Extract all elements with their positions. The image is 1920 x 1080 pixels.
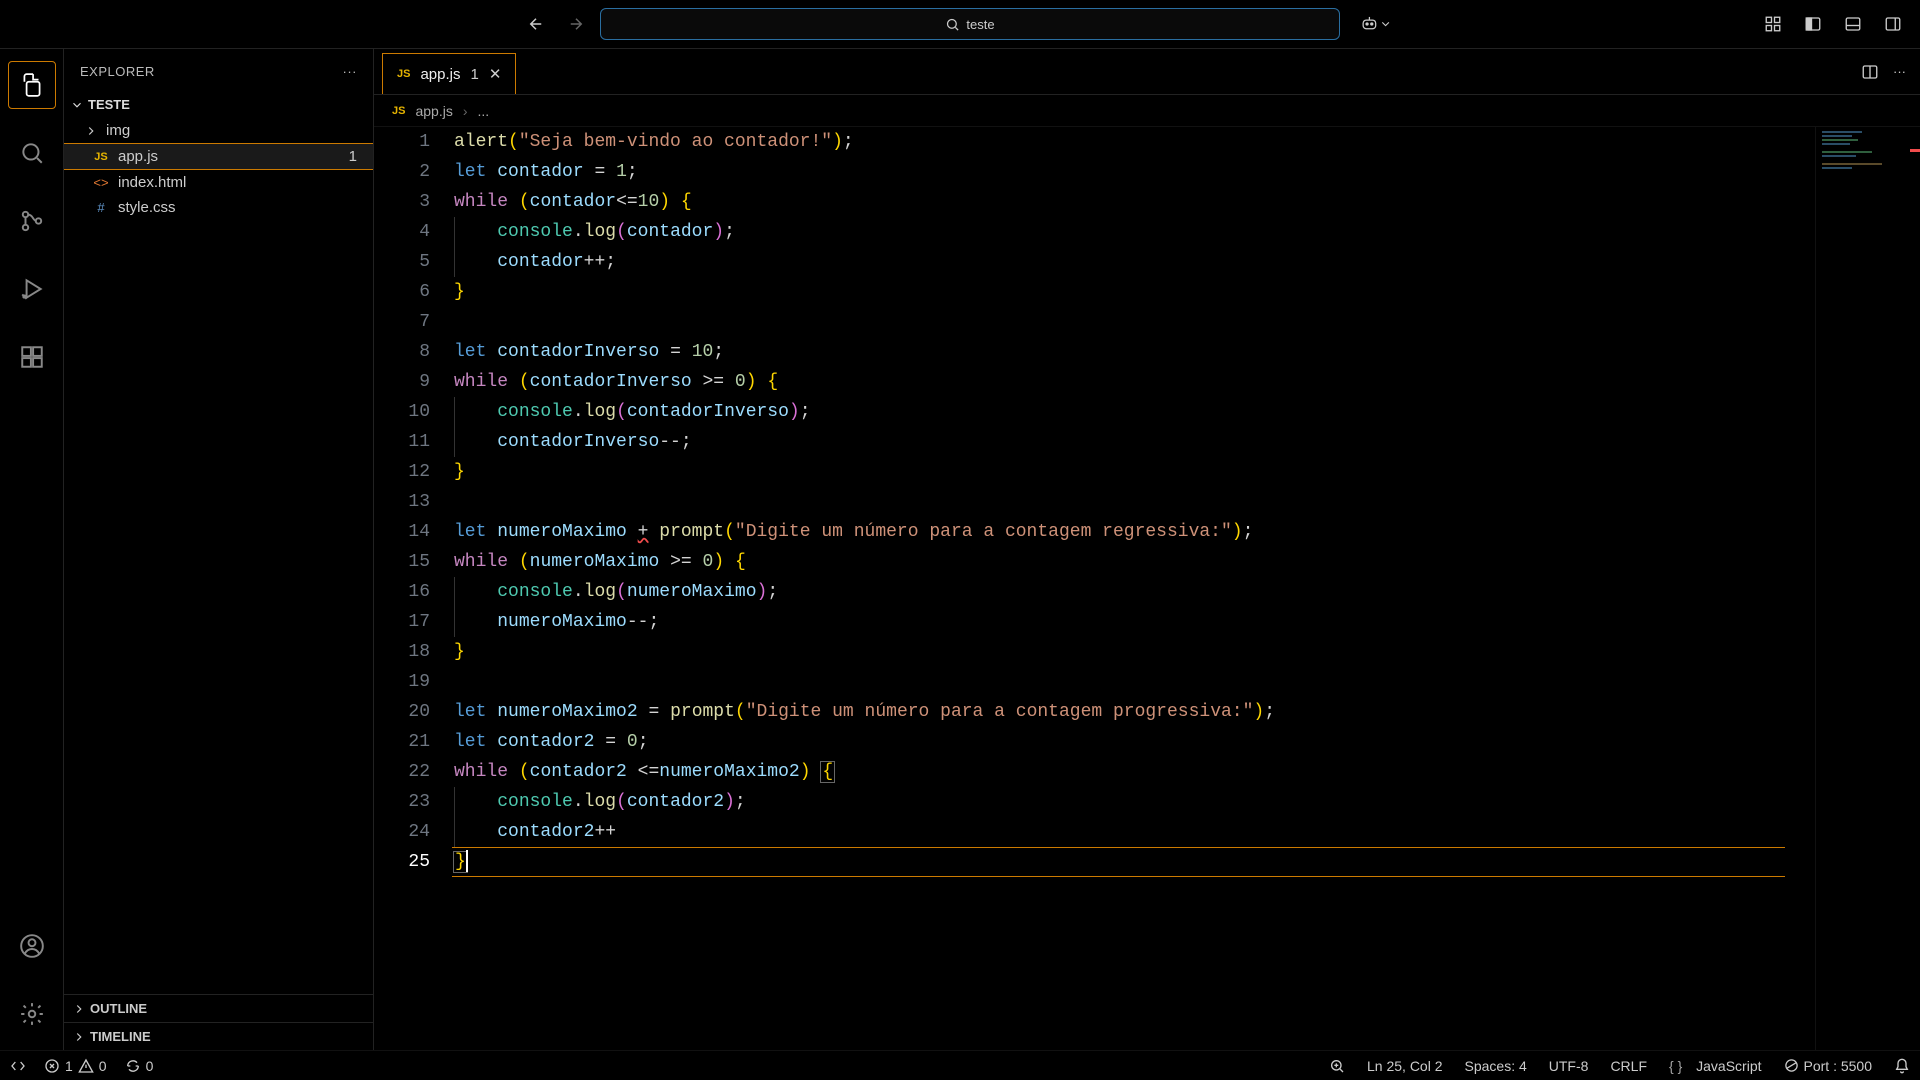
js-file-icon: JS bbox=[92, 151, 110, 163]
code-line[interactable]: let numeroMaximo2 = prompt("Digite um nú… bbox=[454, 697, 1815, 727]
explorer-sidebar: EXPLORER ··· TESTE imgJSapp.js1<>index.h… bbox=[64, 49, 374, 1050]
problems-status[interactable]: 1 0 bbox=[44, 1058, 107, 1074]
command-center-search[interactable]: teste bbox=[600, 8, 1340, 40]
code-line[interactable]: while (contadorInverso >= 0) { bbox=[454, 367, 1815, 397]
code-line[interactable]: contador2++ bbox=[454, 817, 1815, 847]
sidebar-title: EXPLORER bbox=[80, 64, 155, 79]
encoding-status[interactable]: UTF-8 bbox=[1549, 1058, 1589, 1074]
activity-extensions[interactable] bbox=[8, 333, 56, 381]
project-header[interactable]: TESTE bbox=[64, 93, 373, 116]
css-file-icon: # bbox=[92, 200, 110, 215]
html-file-icon: <> bbox=[92, 175, 110, 190]
code-line[interactable]: console.log(contador); bbox=[454, 217, 1815, 247]
copilot-button[interactable] bbox=[1360, 8, 1392, 40]
split-editor-icon[interactable] bbox=[1861, 63, 1879, 81]
activity-bar bbox=[0, 49, 64, 1050]
code-editor[interactable]: 1234567891011121314151617181920212223242… bbox=[374, 127, 1920, 1050]
code-line[interactable] bbox=[454, 487, 1815, 517]
activity-settings[interactable] bbox=[8, 990, 56, 1038]
code-line[interactable]: alert("Seja bem-vindo ao contador!"); bbox=[454, 127, 1815, 157]
editor-tabs: JS app.js 1 ✕ ··· bbox=[374, 49, 1920, 95]
toggle-panel-icon[interactable] bbox=[1838, 9, 1868, 39]
code-line[interactable] bbox=[454, 307, 1815, 337]
outline-section[interactable]: OUTLINE bbox=[64, 994, 373, 1022]
activity-explorer[interactable] bbox=[8, 61, 56, 109]
code-line[interactable]: } bbox=[454, 847, 1815, 877]
remote-indicator[interactable] bbox=[10, 1058, 26, 1074]
tab-close-icon[interactable]: ✕ bbox=[489, 65, 502, 83]
code-line[interactable]: contadorInverso--; bbox=[454, 427, 1815, 457]
nav-forward-button[interactable] bbox=[560, 8, 592, 40]
code-line[interactable]: let contador = 1; bbox=[454, 157, 1815, 187]
js-file-icon: JS bbox=[397, 68, 410, 80]
toggle-secondary-sidebar-icon[interactable] bbox=[1878, 9, 1908, 39]
notifications-icon[interactable] bbox=[1894, 1058, 1910, 1074]
code-line[interactable]: console.log(numeroMaximo); bbox=[454, 577, 1815, 607]
minimap[interactable] bbox=[1815, 127, 1920, 1050]
code-line[interactable]: let contadorInverso = 10; bbox=[454, 337, 1815, 367]
search-text: teste bbox=[966, 17, 994, 32]
sidebar-more-icon[interactable]: ··· bbox=[343, 64, 358, 79]
live-server-status[interactable]: Port : 5500 bbox=[1784, 1058, 1873, 1074]
code-line[interactable]: } bbox=[454, 637, 1815, 667]
code-line[interactable]: contador++; bbox=[454, 247, 1815, 277]
nav-back-button[interactable] bbox=[520, 8, 552, 40]
ports-status[interactable]: 0 bbox=[125, 1058, 154, 1074]
code-line[interactable]: numeroMaximo--; bbox=[454, 607, 1815, 637]
file-img[interactable]: img bbox=[64, 118, 373, 143]
project-name: TESTE bbox=[88, 97, 130, 112]
editor-more-icon[interactable]: ··· bbox=[1893, 64, 1906, 79]
file-app-js[interactable]: JSapp.js1 bbox=[64, 143, 373, 170]
tab-app-js[interactable]: JS app.js 1 ✕ bbox=[382, 53, 516, 94]
eol-status[interactable]: CRLF bbox=[1610, 1058, 1647, 1074]
code-line[interactable]: let numeroMaximo + prompt("Digite um núm… bbox=[454, 517, 1815, 547]
code-line[interactable]: } bbox=[454, 277, 1815, 307]
file-style-css[interactable]: #style.css bbox=[64, 195, 373, 220]
code-line[interactable]: let contador2 = 0; bbox=[454, 727, 1815, 757]
code-line[interactable]: while (numeroMaximo >= 0) { bbox=[454, 547, 1815, 577]
breadcrumb-tail: ... bbox=[478, 103, 490, 119]
activity-search[interactable] bbox=[8, 129, 56, 177]
code-line[interactable] bbox=[454, 667, 1815, 697]
status-bar: 1 0 0 Ln 25, Col 2 Spaces: 4 UTF-8 CRLF … bbox=[0, 1050, 1920, 1080]
zoom-status-icon[interactable] bbox=[1329, 1058, 1345, 1074]
titlebar: teste bbox=[0, 0, 1920, 48]
file-index-html[interactable]: <>index.html bbox=[64, 170, 373, 195]
activity-accounts[interactable] bbox=[8, 922, 56, 970]
breadcrumb-file: app.js bbox=[415, 103, 452, 119]
code-line[interactable]: } bbox=[454, 457, 1815, 487]
activity-run-debug[interactable] bbox=[8, 265, 56, 313]
editor-group: JS app.js 1 ✕ ··· JS app.js › ... 123456… bbox=[374, 49, 1920, 1050]
activity-source-control[interactable] bbox=[8, 197, 56, 245]
code-line[interactable]: console.log(contadorInverso); bbox=[454, 397, 1815, 427]
code-line[interactable]: console.log(contador2); bbox=[454, 787, 1815, 817]
code-line[interactable]: while (contador<=10) { bbox=[454, 187, 1815, 217]
timeline-section[interactable]: TIMELINE bbox=[64, 1022, 373, 1050]
code-line[interactable]: while (contador2 <=numeroMaximo2) { bbox=[454, 757, 1815, 787]
tab-problem-count: 1 bbox=[471, 66, 479, 83]
toggle-primary-sidebar-icon[interactable] bbox=[1798, 9, 1828, 39]
cursor-position[interactable]: Ln 25, Col 2 bbox=[1367, 1058, 1443, 1074]
tab-filename: app.js bbox=[420, 66, 460, 83]
js-file-icon: JS bbox=[392, 105, 405, 117]
language-status[interactable]: { } JavaScript bbox=[1669, 1058, 1762, 1074]
breadcrumb[interactable]: JS app.js › ... bbox=[374, 95, 1920, 127]
layout-customize-icon[interactable] bbox=[1758, 9, 1788, 39]
indentation-status[interactable]: Spaces: 4 bbox=[1465, 1058, 1527, 1074]
search-icon bbox=[945, 17, 960, 32]
